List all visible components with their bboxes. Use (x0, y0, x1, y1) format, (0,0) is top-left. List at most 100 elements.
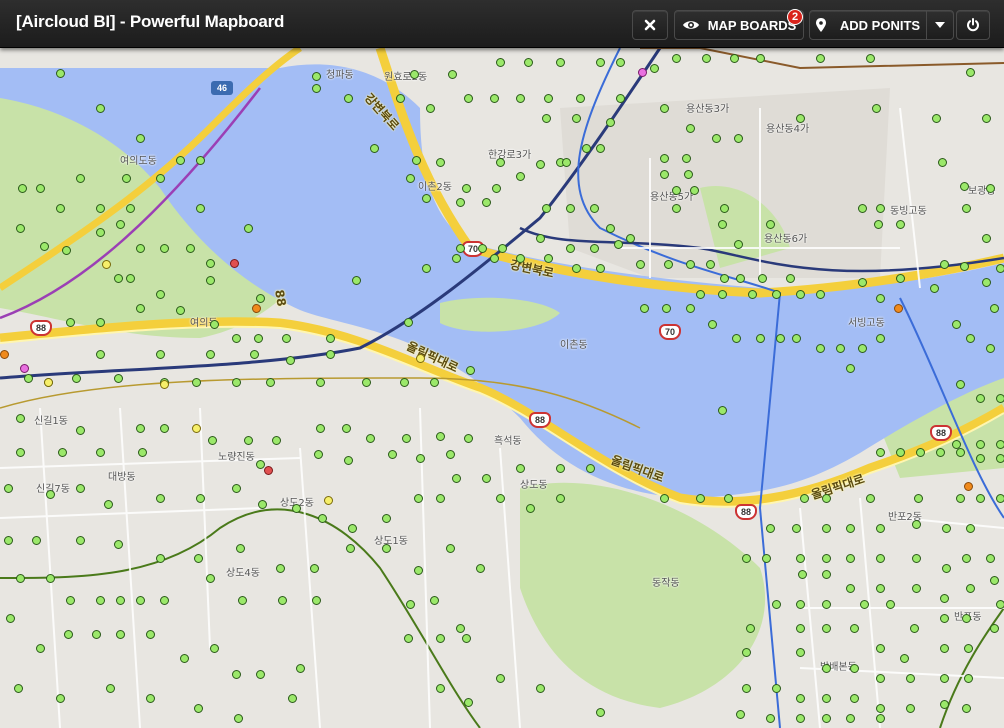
map-marker[interactable] (718, 290, 727, 299)
map-marker[interactable] (96, 318, 105, 327)
map-marker[interactable] (456, 624, 465, 633)
map-marker[interactable] (990, 304, 999, 313)
map-marker[interactable] (572, 264, 581, 273)
map-marker[interactable] (996, 454, 1004, 463)
map-marker[interactable] (206, 259, 215, 268)
map-marker[interactable] (66, 596, 75, 605)
map-marker[interactable] (966, 524, 975, 533)
map-marker[interactable] (682, 154, 691, 163)
map-marker[interactable] (956, 494, 965, 503)
map-marker[interactable] (566, 244, 575, 253)
map-marker[interactable] (24, 374, 33, 383)
map-marker[interactable] (664, 260, 673, 269)
map-marker[interactable] (940, 674, 949, 683)
map-marker[interactable] (796, 648, 805, 657)
map-marker[interactable] (452, 474, 461, 483)
map-marker[interactable] (288, 694, 297, 703)
map-marker[interactable] (436, 432, 445, 441)
map-marker[interactable] (822, 554, 831, 563)
map-marker[interactable] (690, 186, 699, 195)
map-marker[interactable] (796, 600, 805, 609)
map-marker[interactable] (990, 576, 999, 585)
map-marker[interactable] (660, 154, 669, 163)
map-marker[interactable] (916, 448, 925, 457)
map-marker[interactable] (326, 334, 335, 343)
map-marker[interactable] (116, 220, 125, 229)
map-marker[interactable] (702, 54, 711, 63)
map-marker[interactable] (996, 494, 1004, 503)
map-marker[interactable] (660, 170, 669, 179)
map-marker[interactable] (76, 426, 85, 435)
map-marker[interactable] (236, 544, 245, 553)
map-marker[interactable] (672, 54, 681, 63)
map-marker[interactable] (232, 484, 241, 493)
map-marker[interactable] (876, 204, 885, 213)
map-marker[interactable] (576, 94, 585, 103)
map-marker[interactable] (684, 170, 693, 179)
map-marker[interactable] (742, 684, 751, 693)
map-marker[interactable] (964, 674, 973, 683)
map-marker[interactable] (310, 564, 319, 573)
map-marker[interactable] (516, 464, 525, 473)
map-marker[interactable] (496, 494, 505, 503)
map-marker[interactable] (900, 654, 909, 663)
map-marker[interactable] (406, 174, 415, 183)
map-marker[interactable] (282, 334, 291, 343)
map-marker[interactable] (846, 364, 855, 373)
map-marker[interactable] (846, 554, 855, 563)
map-marker[interactable] (662, 304, 671, 313)
map-marker[interactable] (496, 674, 505, 683)
map-marker-pink[interactable] (638, 68, 647, 77)
map-marker[interactable] (756, 54, 765, 63)
map-marker[interactable] (476, 564, 485, 573)
map-marker[interactable] (160, 596, 169, 605)
map-marker[interactable] (16, 448, 25, 457)
map-marker[interactable] (748, 290, 757, 299)
map-marker[interactable] (206, 574, 215, 583)
map-marker[interactable] (896, 274, 905, 283)
map-marker[interactable] (912, 584, 921, 593)
map-marker[interactable] (822, 714, 831, 723)
map-marker[interactable] (596, 144, 605, 153)
map-marker[interactable] (412, 156, 421, 165)
map-marker[interactable] (800, 494, 809, 503)
map-marker[interactable] (388, 450, 397, 459)
map-marker[interactable] (986, 344, 995, 353)
map-marker[interactable] (346, 544, 355, 553)
map-marker[interactable] (344, 94, 353, 103)
map-marker[interactable] (660, 104, 669, 113)
map-marker[interactable] (940, 260, 949, 269)
map-marker[interactable] (422, 264, 431, 273)
map-marker[interactable] (846, 524, 855, 533)
map-marker[interactable] (156, 350, 165, 359)
map-marker[interactable] (874, 220, 883, 229)
add-points-dropdown-toggle[interactable] (926, 10, 954, 40)
map-marker[interactable] (446, 450, 455, 459)
map-marker[interactable] (456, 198, 465, 207)
map-marker[interactable] (876, 644, 885, 653)
map-marker[interactable] (490, 94, 499, 103)
map-marker[interactable] (952, 320, 961, 329)
map-marker[interactable] (876, 334, 885, 343)
map-marker[interactable] (930, 284, 939, 293)
map-marker[interactable] (822, 694, 831, 703)
map-marker[interactable] (936, 448, 945, 457)
map-marker[interactable] (590, 244, 599, 253)
map-marker-yellow[interactable] (192, 424, 201, 433)
map-marker[interactable] (586, 464, 595, 473)
map-marker[interactable] (194, 704, 203, 713)
map-marker[interactable] (816, 54, 825, 63)
map-marker[interactable] (536, 684, 545, 693)
map-marker[interactable] (792, 334, 801, 343)
map-marker[interactable] (672, 186, 681, 195)
map-marker[interactable] (238, 596, 247, 605)
map-marker[interactable] (614, 240, 623, 249)
map-marker[interactable] (542, 204, 551, 213)
map-marker[interactable] (524, 58, 533, 67)
map-marker[interactable] (414, 494, 423, 503)
map-marker[interactable] (542, 114, 551, 123)
map-marker[interactable] (192, 378, 201, 387)
map-marker[interactable] (866, 54, 875, 63)
map-marker[interactable] (860, 600, 869, 609)
map-marker[interactable] (96, 104, 105, 113)
